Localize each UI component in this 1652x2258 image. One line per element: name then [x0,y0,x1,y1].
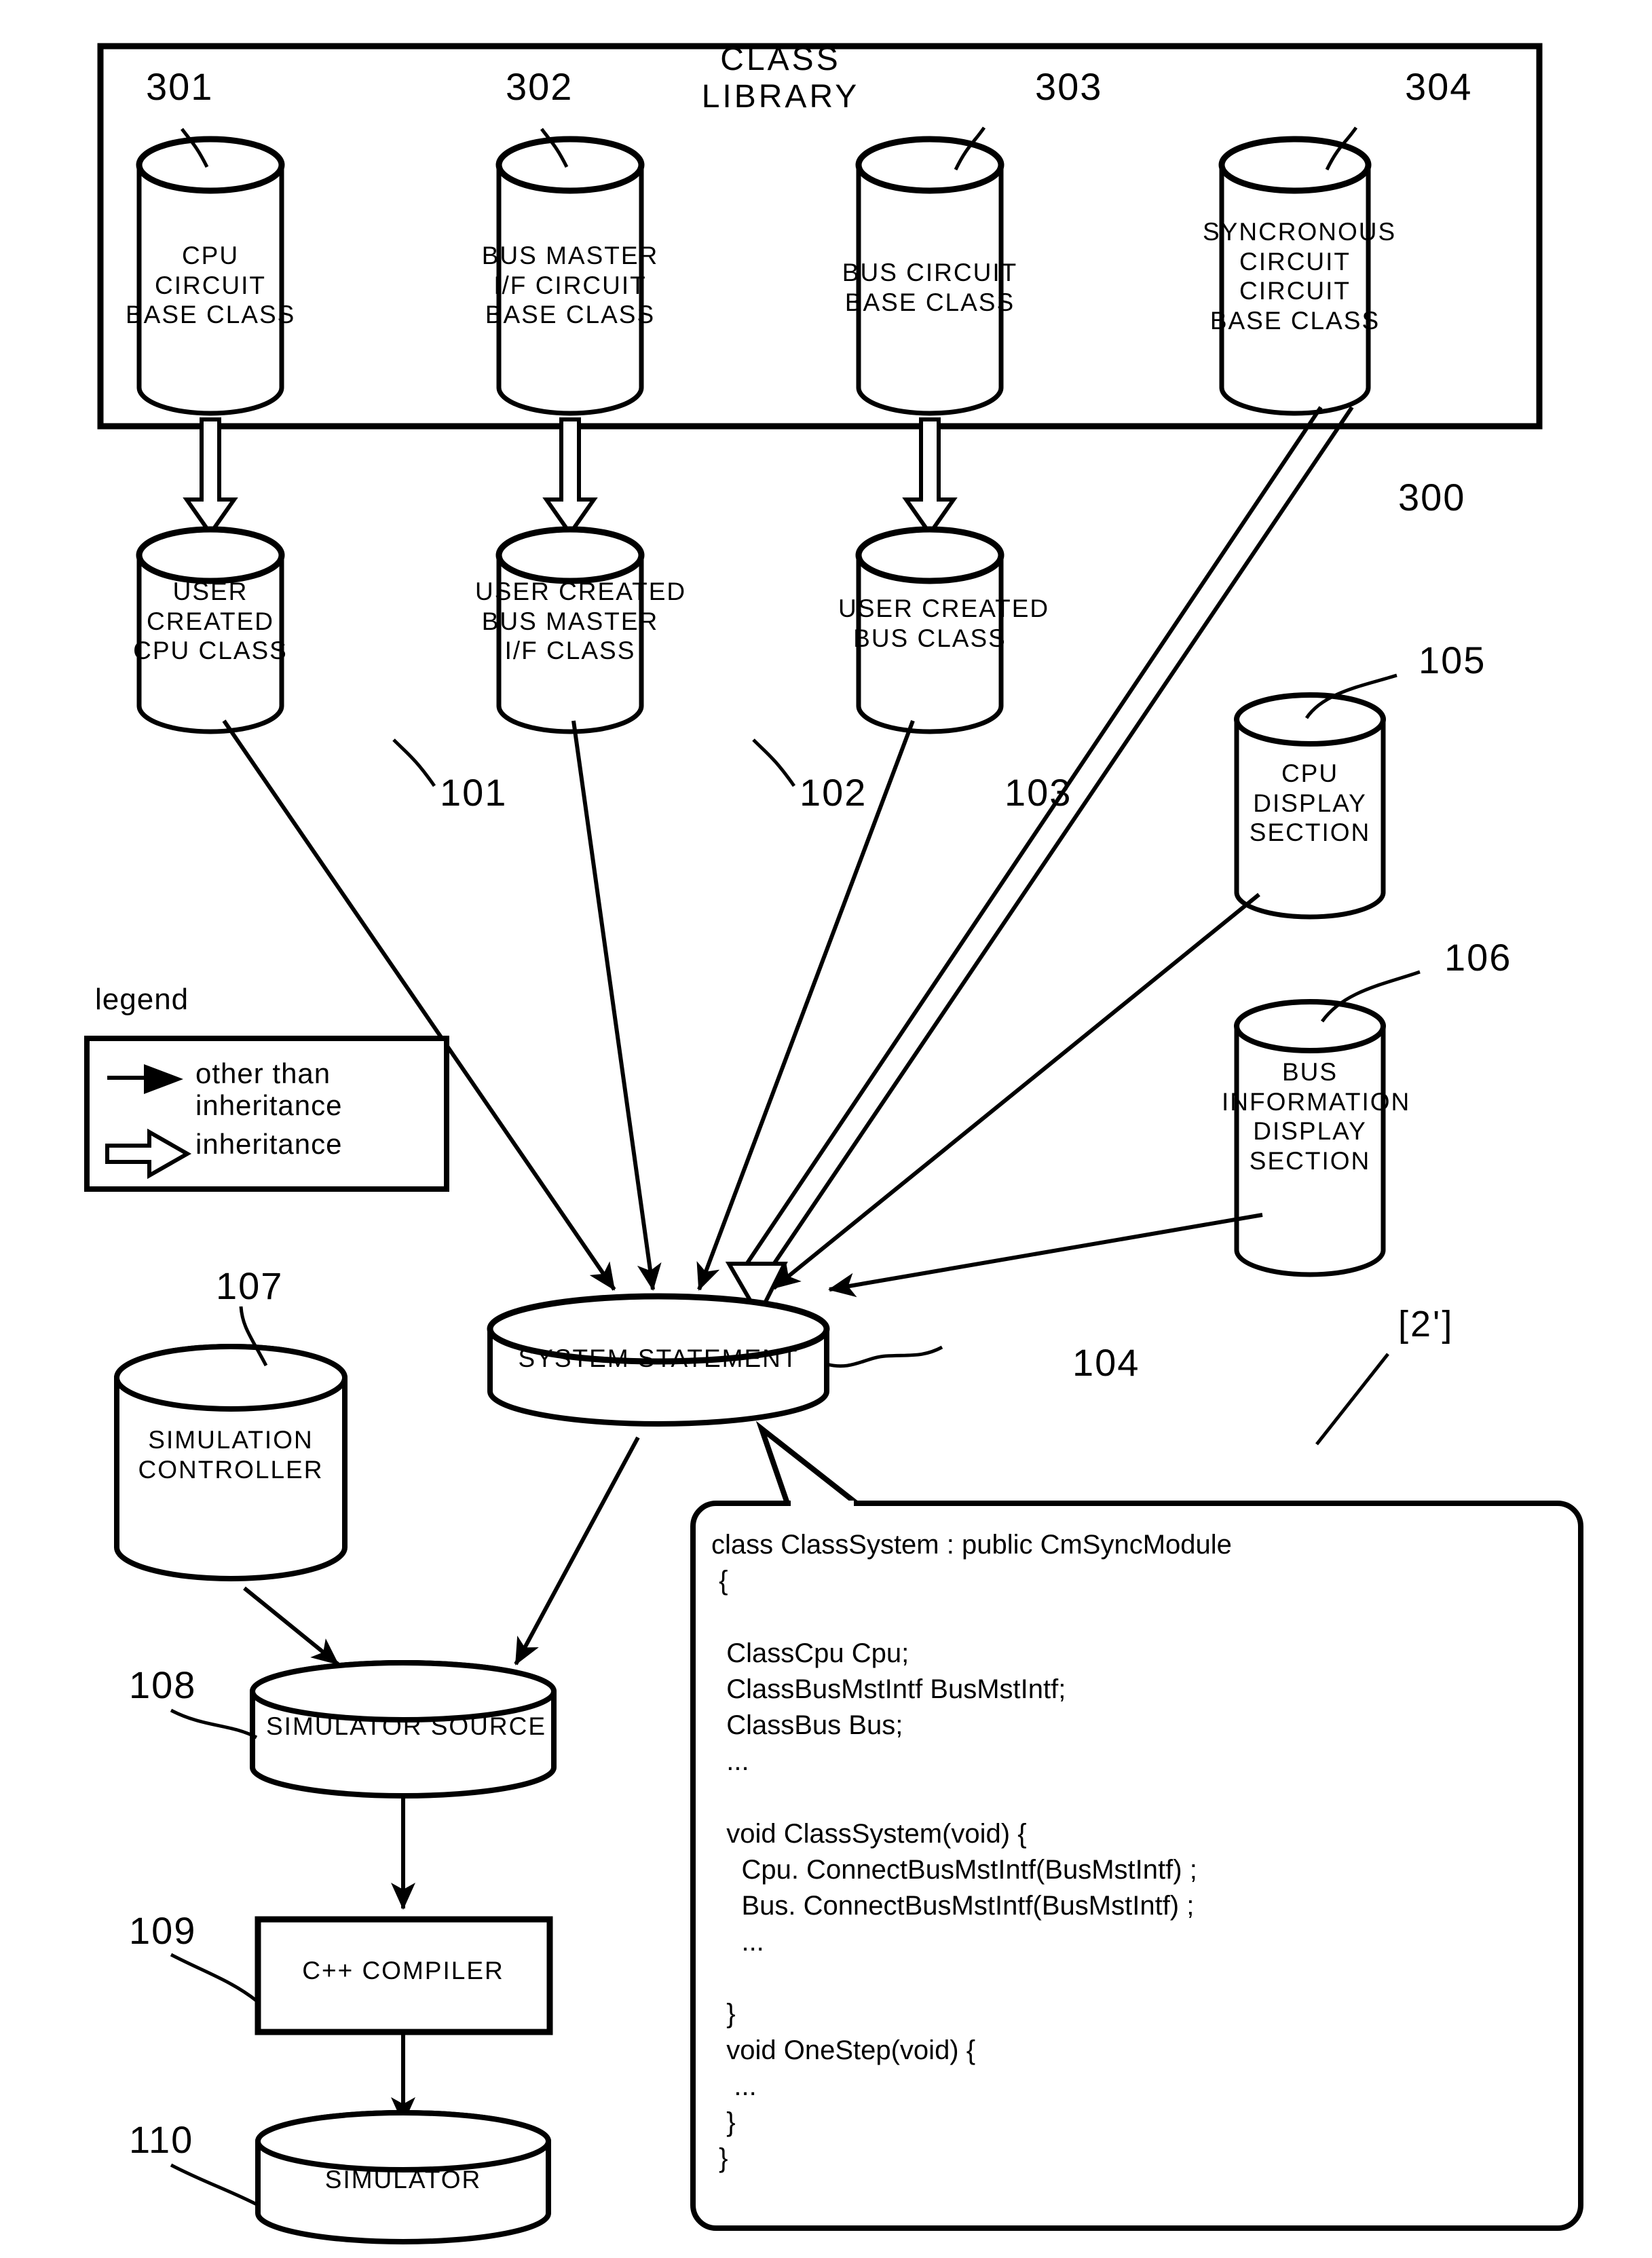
cylinder-108 [250,1660,557,1799]
variant-tag-label: [2'] [1398,1304,1454,1344]
ref-label-106: 106 [1444,936,1512,979]
legend-title: legend [95,983,189,1016]
cylinder-303 [855,136,1005,416]
ref-label-302: 302 [506,65,574,108]
cylinder-system-statement [487,1293,830,1427]
ref-leader-108 [170,1708,258,1739]
converging-arrows [222,719,1263,1298]
ref-leader-system [826,1345,943,1368]
inheritance-arrows [183,417,958,538]
ref-label-304: 304 [1405,65,1473,108]
cylinder-110 [255,2110,551,2244]
ref-leader-109 [170,1953,258,2002]
legend-entry-0-text: other than inheritance [195,1057,343,1122]
ref-label-101: 101 [440,771,508,814]
cylinder-105 [1234,692,1386,920]
ref-label-103: 103 [1005,771,1072,814]
code-block: class ClassSystem : public CmSyncModule … [711,1530,1232,2174]
cylinder-102 [495,526,645,734]
ref-leader-lines [181,126,1358,171]
ref-label-102: 102 [800,771,867,814]
cylinder-304 [1218,136,1372,416]
ref-label-300: 300 [1398,476,1466,519]
cylinder-101 [136,526,285,734]
ref-label-107: 107 [216,1264,284,1307]
rect-109 [255,1916,553,2035]
variant-tag-leader [1315,1353,1389,1446]
cylinder-301 [136,136,285,416]
ref-label-108: 108 [129,1663,197,1706]
ref-label-301: 301 [146,65,214,108]
ref-label-109: 109 [129,1909,197,1952]
class-library-title: CLASS LIBRARY [701,41,860,115]
legend-entry-1-text: inheritance [195,1128,343,1160]
figure-canvas: CLASS LIBRARY 301 302 303 304 CPU CIRCUI… [0,0,1652,2258]
cylinder-106 [1234,999,1386,1277]
ref-label-303: 303 [1035,65,1103,108]
cylinder-103 [855,526,1005,734]
cylinder-302 [495,136,645,416]
ref-label-105: 105 [1419,639,1486,681]
ref-leader-110 [170,2163,261,2208]
ref-label-110: 110 [129,2118,194,2161]
cylinder-107 [114,1344,348,1581]
